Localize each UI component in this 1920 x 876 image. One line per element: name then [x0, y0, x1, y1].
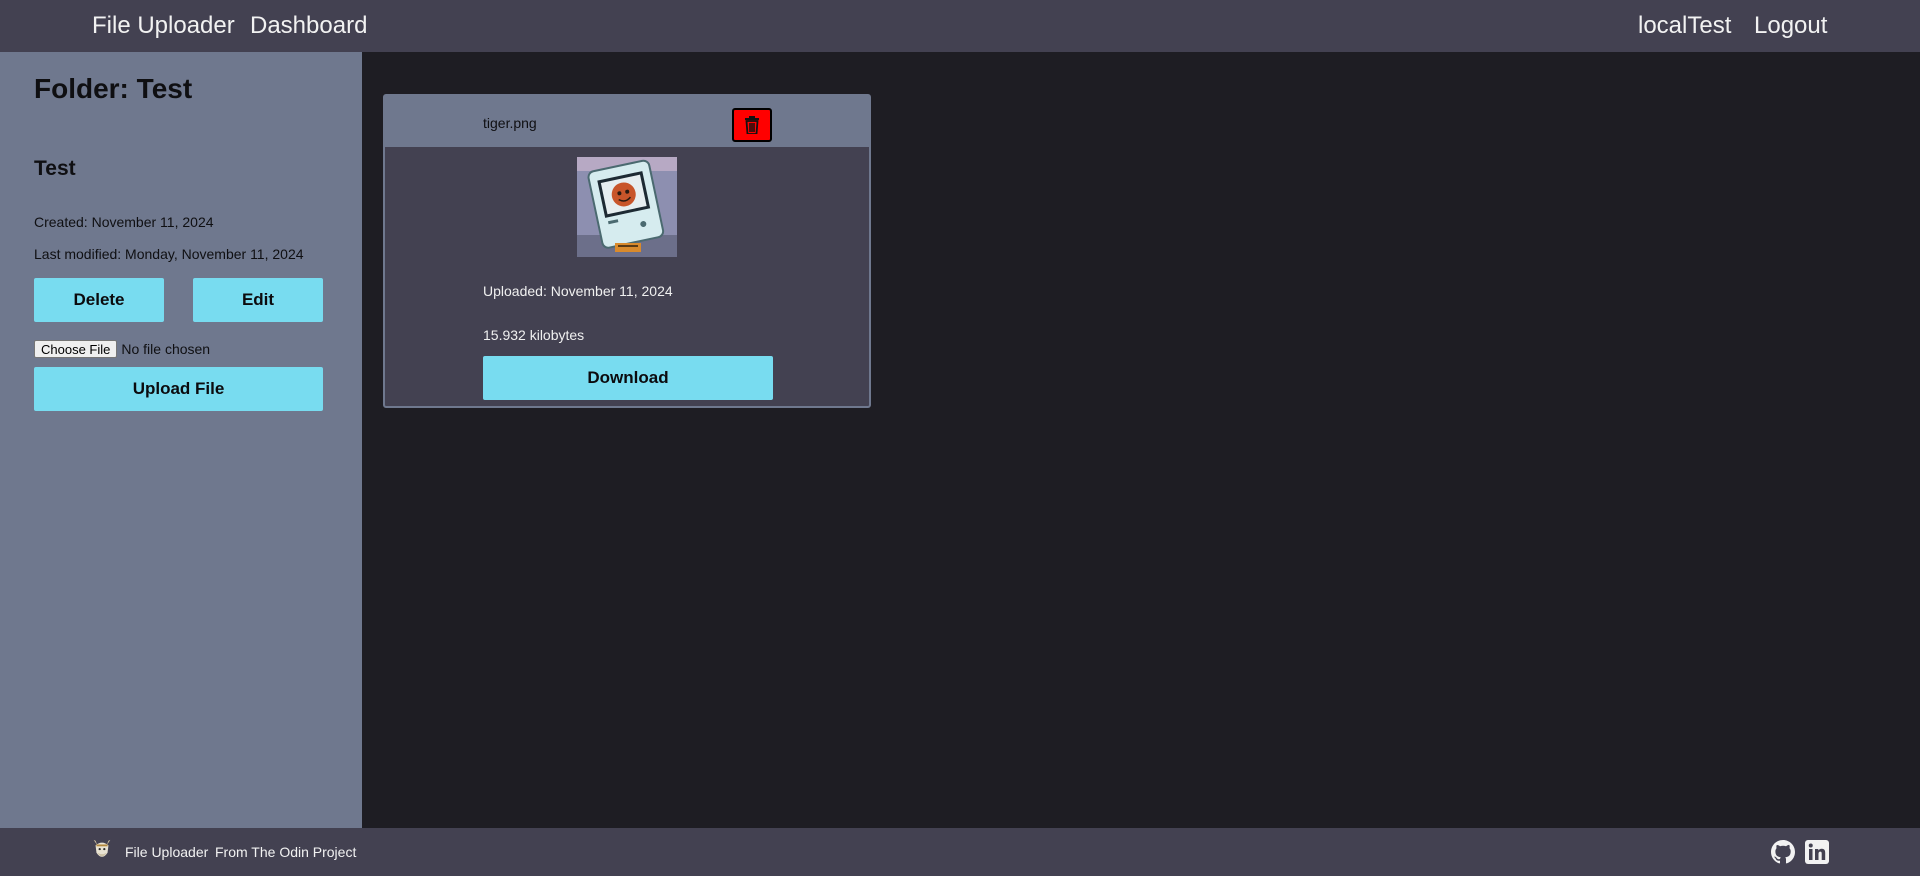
download-button[interactable]: Download: [483, 356, 773, 400]
file-picker: Choose File No file chosen: [34, 338, 210, 360]
footer: File Uploader From The Odin Project: [0, 828, 1920, 876]
folder-title: Folder: Test: [34, 73, 193, 104]
delete-folder-button[interactable]: Delete: [34, 278, 164, 322]
edit-folder-button[interactable]: Edit: [193, 278, 323, 322]
dashboard-link[interactable]: Dashboard: [250, 12, 367, 40]
odin-logo-icon: [93, 839, 111, 857]
upload-file-button[interactable]: Upload File: [34, 367, 323, 411]
github-icon[interactable]: [1771, 840, 1795, 864]
footer-brand: File Uploader: [125, 844, 209, 860]
file-name: tiger.png: [483, 115, 537, 131]
choose-file-button[interactable]: Choose File: [34, 340, 118, 358]
file-card: tiger.png Uploaded: November 11, 2024 15…: [383, 94, 871, 408]
no-file-label: No file chosen: [121, 341, 211, 357]
file-card-header: tiger.png: [385, 96, 869, 147]
linkedin-icon[interactable]: [1805, 840, 1829, 864]
folder-name: Test: [34, 157, 76, 180]
username-link[interactable]: localTest: [1638, 12, 1731, 40]
file-size: 15.932 kilobytes: [483, 327, 585, 343]
folder-sidebar: Folder: Test Test Created: November 11, …: [0, 52, 362, 828]
file-thumbnail: [577, 157, 677, 257]
folder-modified-date: Last modified: Monday, November 11, 2024: [34, 246, 304, 262]
logout-link[interactable]: Logout: [1754, 12, 1827, 40]
file-uploaded-date: Uploaded: November 11, 2024: [483, 283, 673, 299]
trash-icon: [745, 116, 759, 134]
top-navbar: File Uploader Dashboard localTest Logout: [0, 0, 1920, 52]
tiger-image: [577, 157, 677, 257]
delete-file-button[interactable]: [732, 108, 772, 142]
brand-link[interactable]: File Uploader: [92, 12, 235, 40]
folder-created-date: Created: November 11, 2024: [34, 214, 214, 230]
footer-credit: From The Odin Project: [215, 844, 357, 860]
